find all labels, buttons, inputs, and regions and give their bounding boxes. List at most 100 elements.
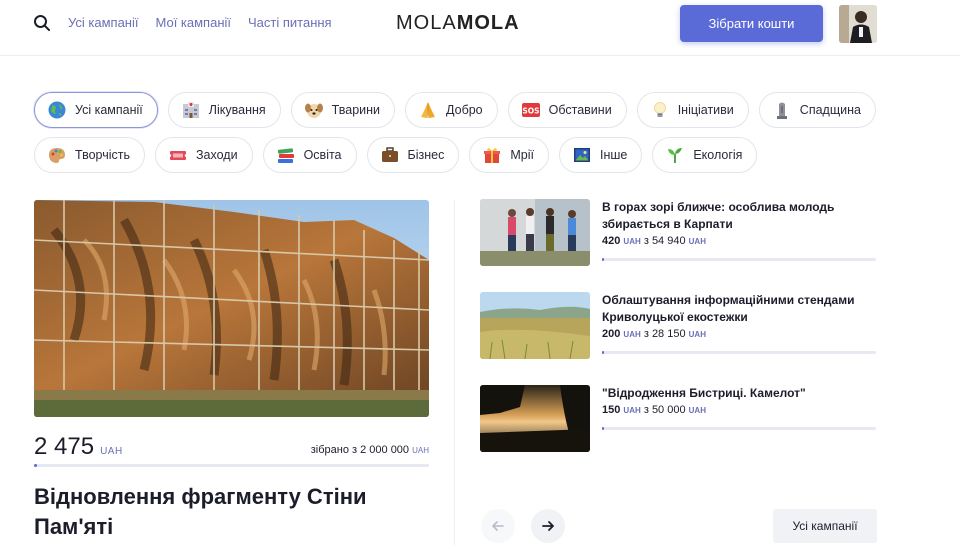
main-nav: Усі кампанії Мої кампанії Часті питання bbox=[68, 15, 332, 30]
currency-label: UAH bbox=[688, 330, 706, 339]
category-kindness[interactable]: Добро bbox=[405, 92, 498, 128]
featured-goal-prefix: зібрано з bbox=[310, 444, 358, 456]
svg-text:SOS: SOS bbox=[522, 107, 539, 116]
campaign-card[interactable]: "Відродження Бистриці. Камелот" 150 UAH … bbox=[480, 385, 880, 455]
nav-faq[interactable]: Часті питання bbox=[248, 15, 332, 30]
campaign-goal: 54 940 bbox=[651, 235, 686, 247]
logo-bold: MOLA bbox=[456, 12, 520, 34]
column-divider bbox=[454, 200, 455, 545]
category-label: Обставини bbox=[548, 103, 612, 117]
category-label: Заходи bbox=[196, 148, 238, 162]
campaign-raised: 420 bbox=[602, 235, 621, 247]
campaign-thumbnail bbox=[480, 199, 590, 266]
category-education[interactable]: Освіта bbox=[262, 137, 357, 173]
currency-label: UAH bbox=[623, 330, 641, 339]
currency-label: UAH bbox=[623, 237, 641, 246]
site-logo[interactable]: MOLAMOLA bbox=[396, 12, 520, 35]
campaign-raised: 200 bbox=[602, 328, 621, 340]
campaign-amount: 200 UAH з 28 150 UAH bbox=[602, 328, 706, 340]
currency-label: UAH bbox=[688, 406, 706, 415]
logo-light: MOLA bbox=[396, 12, 457, 34]
next-button[interactable] bbox=[531, 509, 565, 543]
ticket-icon bbox=[168, 145, 188, 165]
monument-icon bbox=[772, 100, 792, 120]
currency-label: UAH bbox=[623, 406, 641, 415]
praying-hands-icon bbox=[418, 100, 438, 120]
campaign-card[interactable]: Облаштування інформаційними стендами Кри… bbox=[480, 292, 880, 362]
category-label: Спадщина bbox=[799, 103, 861, 117]
campaign-title: Облаштування інформаційними стендами Кри… bbox=[602, 293, 855, 324]
sos-icon: SOS bbox=[521, 100, 541, 120]
dog-icon bbox=[304, 100, 324, 120]
category-treatment[interactable]: Лікування bbox=[167, 92, 281, 128]
featured-goal: зібрано з 2 000 000 UAH bbox=[311, 444, 429, 456]
featured-raised-amount: 2 475 UAH bbox=[34, 433, 123, 461]
campaign-amount: 420 UAH з 54 940 UAH bbox=[602, 235, 706, 247]
featured-amount-currency: UAH bbox=[100, 446, 123, 457]
campaign-progress-bar bbox=[602, 351, 876, 354]
category-other[interactable]: Інше bbox=[558, 137, 643, 173]
category-label: Мрії bbox=[510, 148, 534, 162]
lightbulb-icon bbox=[650, 100, 670, 120]
featured-progress-fill bbox=[34, 464, 38, 467]
category-label: Ініціативи bbox=[677, 103, 734, 117]
of-label: з bbox=[643, 404, 649, 416]
hospital-icon bbox=[181, 100, 201, 120]
arrow-left-icon bbox=[492, 521, 504, 531]
category-row-2: Творчість Заходи Освіта Бізнес Мрії Інше… bbox=[34, 137, 934, 173]
category-label: Тварини bbox=[331, 103, 381, 117]
category-row-1: Усі кампанії Лікування Тварини Добро SOS… bbox=[34, 92, 934, 128]
category-circumstances[interactable]: SOS Обставини bbox=[507, 92, 627, 128]
picture-icon bbox=[572, 145, 592, 165]
category-label: Лікування bbox=[208, 103, 266, 117]
sprout-icon bbox=[665, 145, 685, 165]
campaign-thumbnail bbox=[480, 292, 590, 359]
prev-button[interactable] bbox=[481, 509, 515, 543]
palette-icon bbox=[47, 145, 67, 165]
campaign-progress-fill bbox=[602, 351, 605, 354]
campaign-title: "Відродження Бистриці. Камелот" bbox=[602, 386, 806, 400]
category-all-campaigns[interactable]: Усі кампанії bbox=[34, 92, 158, 128]
campaign-title: В горах зорі ближче: особлива молодь зби… bbox=[602, 200, 835, 231]
category-creativity[interactable]: Творчість bbox=[34, 137, 145, 173]
briefcase-icon bbox=[380, 145, 400, 165]
search-icon[interactable] bbox=[32, 13, 52, 33]
raise-funds-button[interactable]: Зібрати кошти bbox=[680, 5, 823, 42]
campaign-card[interactable]: В горах зорі ближче: особлива молодь зби… bbox=[480, 199, 880, 269]
of-label: з bbox=[643, 235, 649, 247]
category-label: Освіта bbox=[303, 148, 342, 162]
books-icon bbox=[276, 145, 296, 165]
gift-icon bbox=[482, 145, 502, 165]
category-label: Добро bbox=[446, 103, 483, 117]
nav-my-campaigns[interactable]: Мої кампанії bbox=[155, 15, 231, 30]
category-dreams[interactable]: Мрії bbox=[469, 137, 549, 173]
featured-campaign-title[interactable]: Відновлення фрагменту Стіни Пам'яті bbox=[34, 482, 424, 542]
of-label: з bbox=[643, 328, 649, 340]
nav-all-campaigns[interactable]: Усі кампанії bbox=[68, 15, 138, 30]
category-animals[interactable]: Тварини bbox=[290, 92, 396, 128]
globe-icon bbox=[47, 100, 67, 120]
category-heritage[interactable]: Спадщина bbox=[758, 92, 876, 128]
currency-label: UAH bbox=[688, 237, 706, 246]
category-label: Творчість bbox=[75, 148, 130, 162]
category-label: Бізнес bbox=[407, 148, 445, 162]
campaign-progress-bar bbox=[602, 258, 876, 261]
avatar[interactable] bbox=[839, 5, 877, 43]
category-business[interactable]: Бізнес bbox=[366, 137, 460, 173]
campaign-raised: 150 bbox=[602, 404, 621, 416]
category-label: Інше bbox=[599, 148, 628, 162]
category-ecology[interactable]: Екологія bbox=[652, 137, 758, 173]
category-events[interactable]: Заходи bbox=[155, 137, 253, 173]
all-campaigns-button[interactable]: Усі кампанії bbox=[773, 509, 877, 543]
category-label: Усі кампанії bbox=[75, 103, 143, 117]
featured-campaign-image[interactable] bbox=[34, 200, 429, 417]
featured-goal-value: 2 000 000 bbox=[360, 444, 410, 456]
featured-amount-value: 2 475 bbox=[34, 433, 95, 460]
campaign-thumbnail bbox=[480, 385, 590, 452]
campaign-goal: 28 150 bbox=[651, 328, 686, 340]
campaign-amount: 150 UAH з 50 000 UAH bbox=[602, 404, 706, 416]
category-initiatives[interactable]: Ініціативи bbox=[636, 92, 749, 128]
arrow-right-icon bbox=[542, 521, 554, 531]
category-label: Екологія bbox=[693, 148, 743, 162]
featured-progress-bar bbox=[34, 464, 429, 467]
